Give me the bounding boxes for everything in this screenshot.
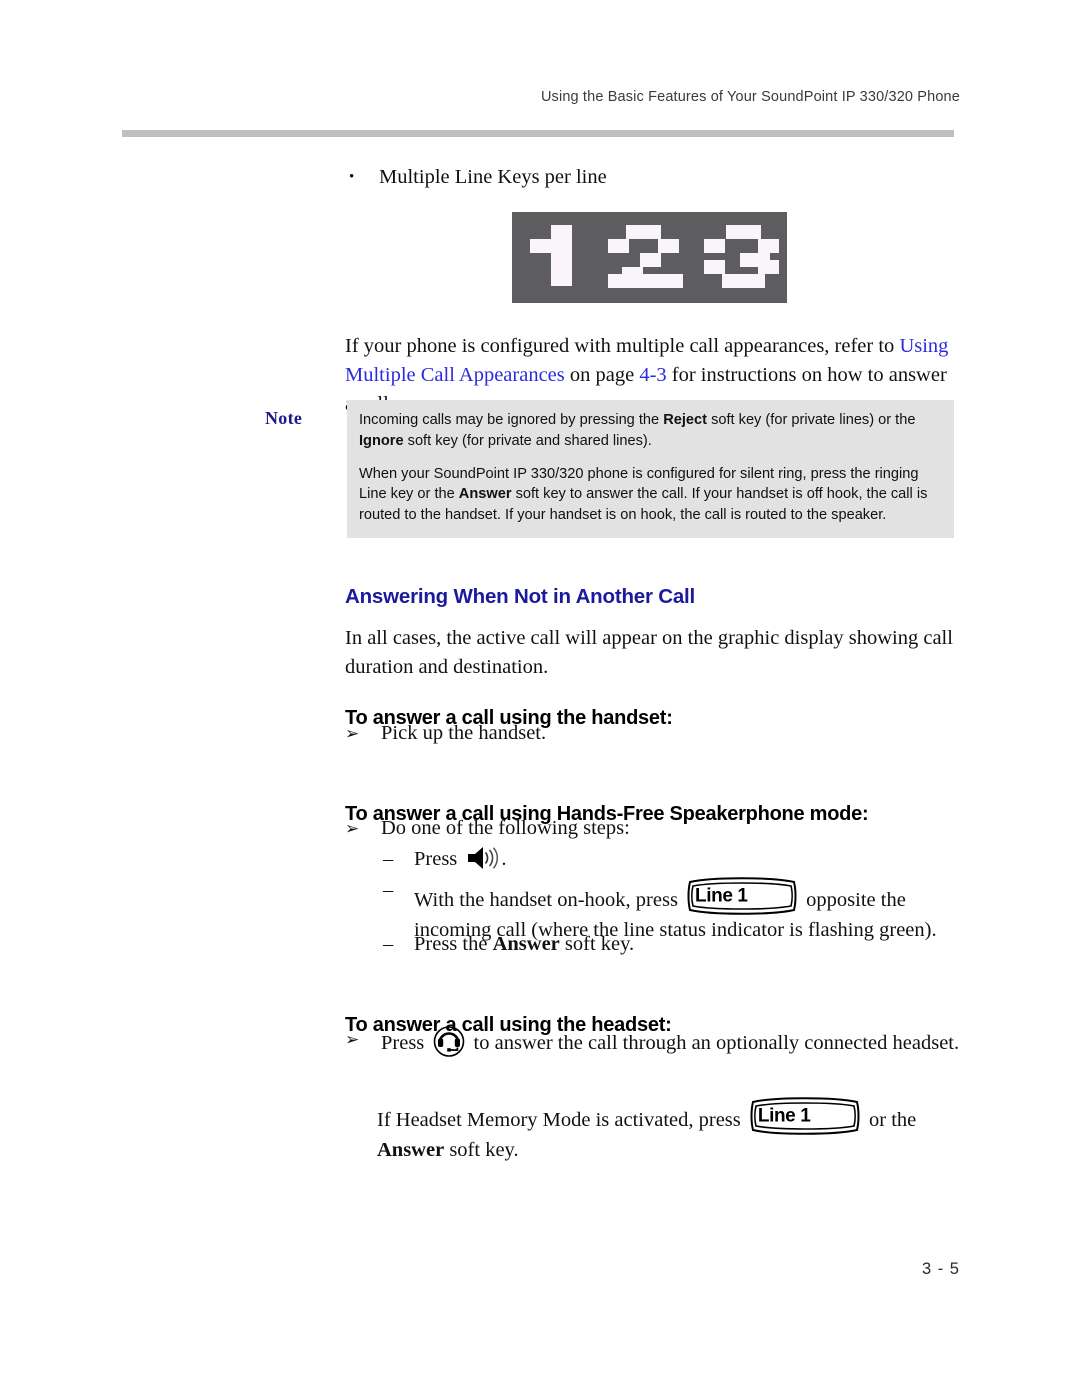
line-1-key-label: Line 1 xyxy=(695,885,748,907)
note-softkey-reject: Reject xyxy=(663,412,708,428)
arrow-marker-icon: ➢ xyxy=(345,724,360,743)
substep-press-speakerphone-key: – Press . xyxy=(383,845,961,874)
link-page-4-3[interactable]: 4-3 xyxy=(639,364,666,386)
bullet-marker-icon: • xyxy=(349,169,355,185)
lcd-pixel xyxy=(758,260,779,274)
substep-lead: With the handset on-hook, press xyxy=(414,889,684,911)
memorymode-tail: soft key. xyxy=(444,1138,519,1161)
memorymode-lead: If Headset Memory Mode is activated, pre… xyxy=(377,1108,746,1131)
note-box: Incoming calls may be ignored by pressin… xyxy=(347,400,954,538)
step-press-headset-key: ➢ Press to answer the call through an op… xyxy=(345,1025,960,1058)
headset-icon xyxy=(432,1025,466,1058)
substep-lead: Press xyxy=(414,848,463,870)
line-keys-lcd-display xyxy=(512,212,787,303)
note-p1-b: soft key (for private lines) or the xyxy=(707,412,916,428)
substep-label: Press . xyxy=(414,845,961,874)
lcd-pixel xyxy=(551,225,572,239)
note-p1-a: Incoming calls may be ignored by pressin… xyxy=(359,412,664,428)
dash-marker-icon: – xyxy=(383,848,394,870)
softkey-answer-label: Answer xyxy=(377,1138,445,1161)
text-mid: on page xyxy=(564,363,640,386)
step-tail: to answer the call through an optionally… xyxy=(468,1032,960,1054)
dash-marker-icon: – xyxy=(383,933,394,955)
lcd-pixel xyxy=(551,239,572,286)
lcd-pixel xyxy=(704,239,725,253)
substep-press-answer-soft-key: – Press the Answer soft key. xyxy=(383,930,961,959)
line-1-key-label: Line 1 xyxy=(757,1105,811,1126)
lcd-pixel xyxy=(608,274,683,288)
header-rule xyxy=(122,130,954,137)
step-do-one-of-the-following: ➢ Do one of the following steps: xyxy=(345,814,960,843)
softkey-answer-label: Answer xyxy=(492,933,560,955)
lcd-pixel xyxy=(608,239,629,253)
section-heading-answering-when-not-in-another-call: Answering When Not in Another Call xyxy=(345,585,696,608)
lcd-pixel xyxy=(726,225,761,239)
page-number: 3 - 5 xyxy=(921,1260,960,1278)
step-label: Pick up the handset. xyxy=(381,722,547,744)
lcd-pixel xyxy=(658,239,679,253)
step-label: Press to answer the call through an opti… xyxy=(381,1025,960,1058)
note-paragraph-1: Incoming calls may be ignored by pressin… xyxy=(359,410,940,452)
note-paragraph-2: When your SoundPoint IP 330/320 phone is… xyxy=(359,464,940,526)
memorymode-mid: or the xyxy=(863,1108,917,1131)
lcd-pixel xyxy=(626,225,661,239)
note-softkey-ignore: Ignore xyxy=(359,432,404,449)
lcd-pixel xyxy=(704,260,725,274)
arrow-marker-icon: ➢ xyxy=(345,1030,360,1049)
paragraph-headset-memory-mode: If Headset Memory Mode is activated, pre… xyxy=(377,1096,962,1165)
paragraph-all-cases: In all cases, the active call will appea… xyxy=(345,626,953,678)
arrow-marker-icon: ➢ xyxy=(345,819,360,838)
lcd-pixel xyxy=(758,239,779,253)
note-p1-c: soft key (for private and shared lines). xyxy=(403,432,652,449)
line-1-key-graphic: Line 1 xyxy=(686,876,798,916)
substep-lead: Press the xyxy=(414,933,493,955)
lcd-pixel xyxy=(722,274,765,288)
page-header: Using the Basic Features of Your SoundPo… xyxy=(0,0,1080,140)
step-pick-up-handset: ➢ Pick up the handset. xyxy=(345,719,960,748)
speakerphone-icon xyxy=(466,845,500,871)
text-lead: If your phone is configured with multipl… xyxy=(345,334,900,357)
bullet-list-item: • Multiple Line Keys per line xyxy=(345,163,957,191)
step-lead: Press xyxy=(381,1032,430,1054)
line-1-key-graphic: Line 1 xyxy=(749,1096,861,1136)
running-header-title: Using the Basic Features of Your SoundPo… xyxy=(540,89,960,105)
note-softkey-answer: Answer xyxy=(458,486,512,503)
dash-marker-icon: – xyxy=(383,879,394,901)
substep-label: Press the Answer soft key. xyxy=(414,930,961,959)
substep-tail: soft key. xyxy=(559,933,635,955)
lcd-pixel xyxy=(640,253,661,267)
note-label: Note xyxy=(265,408,303,428)
substep-tail: . xyxy=(501,848,507,870)
bullet-item-label: Multiple Line Keys per line xyxy=(379,166,607,188)
step-label: Do one of the following steps: xyxy=(381,817,630,839)
